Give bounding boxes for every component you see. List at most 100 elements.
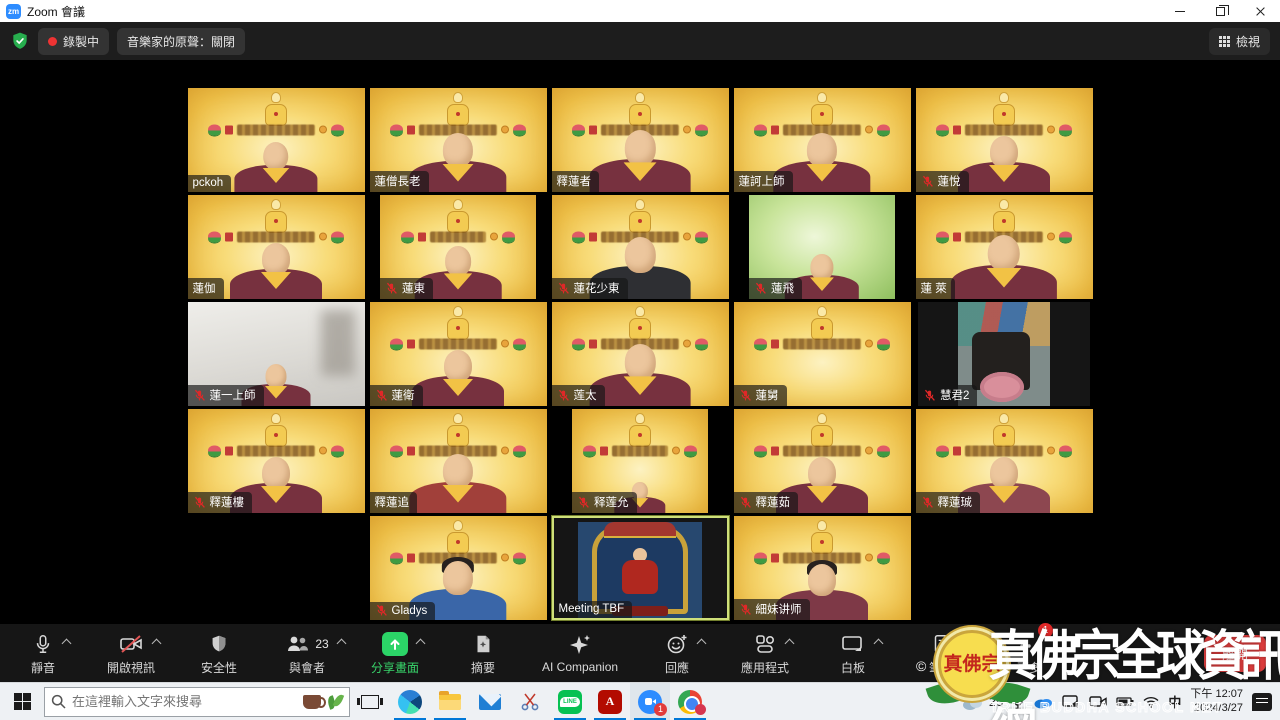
participant-name: 蓮悅 bbox=[938, 173, 961, 189]
participant-tile[interactable]: Gladys bbox=[370, 516, 547, 620]
recording-indicator[interactable]: 錄製中 bbox=[38, 28, 109, 55]
reactions-button[interactable]: 回應 bbox=[648, 631, 706, 676]
grid-slot: 細妹讲师 bbox=[731, 516, 913, 620]
taskbar-app-explorer[interactable] bbox=[430, 683, 470, 720]
participant-nameplate: Meeting TBF bbox=[554, 601, 633, 618]
participant-tile[interactable]: 释莲允 bbox=[572, 409, 708, 513]
tray-onedrive-icon[interactable] bbox=[1033, 695, 1053, 709]
muted-mic-icon bbox=[754, 282, 767, 295]
mute-button[interactable]: 靜音 bbox=[14, 631, 72, 676]
taskbar-clock[interactable]: 下午 12:07 2024/3/27 bbox=[1190, 688, 1243, 716]
apps-button[interactable]: 應用程式 bbox=[736, 631, 794, 676]
share-screen-button[interactable]: 分享畫面 bbox=[366, 631, 424, 676]
task-view-button[interactable] bbox=[350, 683, 390, 720]
view-button[interactable]: 檢視 bbox=[1209, 28, 1270, 55]
tray-cast-icon[interactable] bbox=[1062, 695, 1080, 709]
ime-indicator[interactable]: 中 bbox=[1168, 692, 1181, 711]
muted-mic-icon bbox=[921, 175, 934, 188]
participant-tile[interactable]: 蓮伽 bbox=[188, 195, 365, 299]
whiteboard-button[interactable]: 白板 bbox=[824, 631, 882, 676]
whiteboard-chevron-icon[interactable] bbox=[874, 638, 884, 648]
taskbar-app-mail[interactable] bbox=[470, 683, 510, 720]
summary-button[interactable]: 摘要 bbox=[454, 631, 512, 676]
muted-mic-icon bbox=[739, 603, 752, 616]
start-video-button[interactable]: 開啟視訊 bbox=[102, 631, 160, 676]
weather-temp: 25 bbox=[989, 694, 1003, 709]
participant-tile[interactable]: pckoh bbox=[188, 88, 365, 192]
grid-row: 釋蓮樓釋蓮追 释莲允 釋蓮茹 釋蓮珹 bbox=[0, 409, 1280, 513]
notes-chevron-icon[interactable] bbox=[960, 638, 970, 648]
participant-name: 莲太 bbox=[574, 387, 597, 403]
participant-tile[interactable]: 釋蓮者 bbox=[552, 88, 729, 192]
participant-tile[interactable]: 慧君2 bbox=[918, 302, 1090, 406]
participant-nameplate: 蓮僧長老 bbox=[370, 171, 429, 192]
participant-tile[interactable]: Meeting TBF bbox=[552, 516, 729, 620]
teacup-doodle-icon[interactable] bbox=[303, 695, 321, 709]
participant-tile[interactable]: 釋蓮珹 bbox=[916, 409, 1093, 513]
tray-wifi-icon[interactable] bbox=[1143, 696, 1159, 708]
meeting-info-shield-icon[interactable] bbox=[10, 31, 30, 51]
tray-mic-icon[interactable] bbox=[1012, 694, 1024, 710]
participant-tile[interactable]: 蓮悅 bbox=[916, 88, 1093, 192]
reactions-chevron-icon[interactable] bbox=[697, 638, 707, 648]
mute-options-chevron-icon[interactable] bbox=[62, 638, 72, 648]
participant-tile[interactable]: 蓮飛 bbox=[749, 195, 895, 299]
close-button[interactable] bbox=[1240, 0, 1280, 22]
participant-tile[interactable]: 蓮訶上師 bbox=[734, 88, 911, 192]
participant-tile[interactable]: 釋蓮樓 bbox=[188, 409, 365, 513]
buddha-figure bbox=[447, 306, 469, 340]
tray-camera-icon[interactable] bbox=[1089, 695, 1107, 708]
ai-companion-button[interactable]: AI Companion bbox=[542, 632, 618, 674]
participant-tile[interactable]: 釋蓮追 bbox=[370, 409, 547, 513]
participant-tile[interactable]: 蓮舅 bbox=[734, 302, 911, 406]
participant-tile[interactable]: 蓮僧長老 bbox=[370, 88, 547, 192]
muted-mic-icon bbox=[385, 282, 398, 295]
taskbar-app-zoom[interactable]: 1 bbox=[630, 683, 670, 720]
line-icon: LINE bbox=[558, 690, 582, 714]
more-button[interactable]: 1 更多 bbox=[1000, 631, 1058, 676]
participant-tile[interactable]: 莲太 bbox=[552, 302, 729, 406]
participant-name: 釋蓮茹 bbox=[756, 494, 791, 510]
edge-icon bbox=[398, 690, 422, 714]
grid-slot: 蓮訶上師 bbox=[731, 88, 913, 192]
participant-tile[interactable]: 釋蓮茹 bbox=[734, 409, 911, 513]
video-options-chevron-icon[interactable] bbox=[152, 638, 162, 648]
tray-battery-icon[interactable] bbox=[1116, 696, 1134, 707]
search-input[interactable] bbox=[72, 694, 252, 709]
taskbar-app-snipping[interactable] bbox=[510, 683, 550, 720]
action-center-icon[interactable] bbox=[1252, 693, 1272, 711]
minimize-button[interactable] bbox=[1160, 0, 1200, 22]
leave-button[interactable]: 離開 bbox=[1204, 635, 1266, 672]
participant-nameplate: 細妹讲师 bbox=[734, 599, 810, 620]
window-title: Zoom 會議 bbox=[27, 3, 85, 20]
weather-widget[interactable]: 1 25 bbox=[961, 693, 1003, 711]
original-sound-toggle[interactable]: 音樂家的原聲：關閉 bbox=[117, 28, 245, 55]
taskbar-app-acrobat[interactable]: A bbox=[590, 683, 630, 720]
participant-name: 釋蓮追 bbox=[375, 494, 410, 510]
start-button[interactable] bbox=[0, 683, 44, 720]
participant-tile[interactable]: 蓮花少東 bbox=[552, 195, 729, 299]
participant-tile[interactable]: 蓮 萊 bbox=[916, 195, 1093, 299]
restore-button[interactable] bbox=[1200, 0, 1240, 22]
participant-nameplate: 釋蓮珹 bbox=[916, 492, 981, 513]
participant-tile[interactable]: 蓮東 bbox=[380, 195, 536, 299]
share-options-chevron-icon[interactable] bbox=[416, 638, 426, 648]
participant-tile[interactable]: 蓮一上師 bbox=[188, 302, 365, 406]
notes-button[interactable]: 筆記 bbox=[912, 631, 970, 676]
grid-slot: 蓮東 bbox=[367, 195, 549, 299]
plant-doodle-icon[interactable] bbox=[327, 694, 343, 710]
taskbar-app-edge[interactable] bbox=[390, 683, 430, 720]
participants-button[interactable]: 23 與會者 bbox=[278, 631, 336, 676]
taskbar-search[interactable] bbox=[44, 687, 350, 717]
security-button[interactable]: 安全性 bbox=[190, 631, 248, 676]
participants-chevron-icon[interactable] bbox=[336, 638, 346, 648]
participant-name: pckoh bbox=[193, 177, 224, 189]
participant-nameplate: 释莲允 bbox=[572, 492, 637, 513]
more-notification-badge: 1 bbox=[1038, 623, 1053, 638]
taskbar-app-line[interactable]: LINE bbox=[550, 683, 590, 720]
participant-tile[interactable]: 蓮衛 bbox=[370, 302, 547, 406]
apps-chevron-icon[interactable] bbox=[785, 638, 795, 648]
participant-tile[interactable]: 細妹讲师 bbox=[734, 516, 911, 620]
taskbar-app-chrome[interactable] bbox=[670, 683, 710, 720]
participant-nameplate: 蓮悅 bbox=[916, 171, 969, 192]
